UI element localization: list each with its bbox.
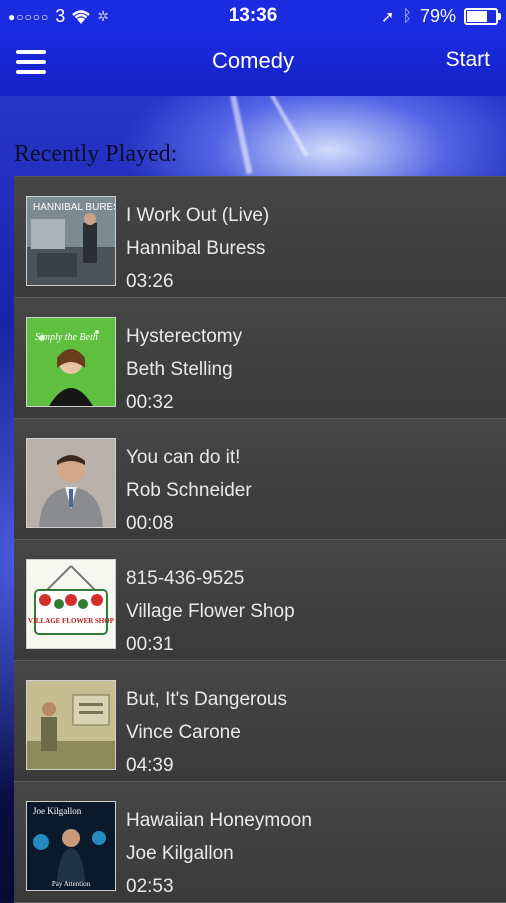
- track-duration: 00:32: [126, 392, 174, 413]
- svg-text:Pay Attention: Pay Attention: [52, 880, 91, 888]
- track-duration: 03:26: [126, 271, 174, 292]
- bluetooth-icon: ᛒ: [402, 7, 412, 25]
- list-item[interactable]: You can do it! Rob Schneider 00:08: [14, 419, 506, 540]
- track-title: I Work Out (Live): [126, 205, 270, 226]
- location-arrow-icon: ➚: [380, 8, 395, 26]
- rob-schneider-album-art: [26, 438, 116, 528]
- svg-text:VILLAGE FLOWER SHOP: VILLAGE FLOWER SHOP: [28, 617, 115, 625]
- svg-text:Simply the Beth: Simply the Beth: [35, 332, 98, 343]
- navigation-bar: Comedy Start: [0, 34, 506, 96]
- track-duration: 04:39: [126, 755, 174, 776]
- track-artist: Joe Kilgallon: [126, 843, 234, 864]
- joe-kilgallon-album-art: Joe Kilgallon Pay Attention: [26, 801, 116, 891]
- svg-text:Joe Kilgallon: Joe Kilgallon: [33, 806, 82, 816]
- hannibal-buress-album-art: HANNIBAL BURESS: [26, 196, 116, 286]
- track-artist: Beth Stelling: [126, 359, 233, 380]
- track-duration: 00:08: [126, 513, 174, 534]
- vince-carone-album-art: [26, 680, 116, 770]
- battery-icon: [464, 8, 501, 25]
- track-duration: 02:53: [126, 876, 174, 897]
- list-item[interactable]: Joe Kilgallon Pay Attention Hawaiian Hon…: [14, 782, 506, 903]
- track-title: But, It's Dangerous: [126, 689, 287, 710]
- track-title: Hysterectomy: [126, 326, 243, 347]
- track-title: You can do it!: [126, 447, 241, 468]
- page-title: Comedy: [212, 48, 294, 73]
- list-item[interactable]: HANNIBAL BURESS I Work Out (Live) Hannib…: [14, 177, 506, 298]
- track-title: Hawaiian Honeymoon: [126, 810, 312, 831]
- battery-percentage: 79%: [419, 6, 456, 26]
- track-artist: Village Flower Shop: [126, 601, 295, 622]
- track-artist: Hannibal Buress: [126, 238, 266, 259]
- section-title: Recently Played:: [14, 141, 178, 167]
- track-duration: 00:31: [126, 634, 174, 655]
- status-bar: ●○○○○ 3 ✲ 13:36 ➚ ᛒ 79%: [0, 0, 506, 34]
- village-flower-shop-logo: VILLAGE FLOWER SHOP: [26, 559, 116, 649]
- list-item[interactable]: Simply the Beth Hysterectomy Beth Stelli…: [14, 298, 506, 419]
- list-item[interactable]: VILLAGE FLOWER SHOP 815-436-9525 Village…: [14, 540, 506, 661]
- track-artist: Rob Schneider: [126, 480, 252, 501]
- start-button[interactable]: Start: [446, 48, 490, 72]
- track-artist: Vince Carone: [126, 722, 241, 743]
- track-title: 815-436-9525: [126, 568, 245, 589]
- recently-played-list: HANNIBAL BURESS I Work Out (Live) Hannib…: [14, 176, 506, 903]
- list-item[interactable]: But, It's Dangerous Vince Carone 04:39: [14, 661, 506, 782]
- beth-stelling-album-art: Simply the Beth: [26, 317, 116, 407]
- svg-text:HANNIBAL BURESS: HANNIBAL BURESS: [33, 202, 115, 213]
